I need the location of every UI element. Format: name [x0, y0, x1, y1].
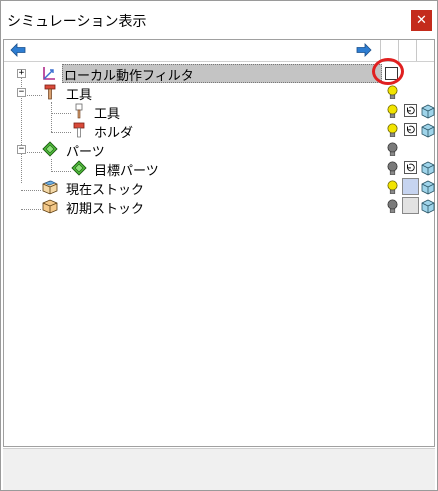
reset-view-icon[interactable] [404, 123, 417, 136]
window-title: シミュレーション表示 [7, 14, 147, 30]
parts-icon [42, 141, 58, 157]
initial-stock-icon [42, 199, 58, 214]
tree-node-tool[interactable]: 工具 [4, 102, 435, 122]
visibility-bulb-icon[interactable] [387, 199, 398, 214]
column-separator [416, 40, 417, 61]
column-separator [398, 40, 399, 61]
visibility-bulb-icon[interactable] [387, 180, 398, 195]
stock-color-swatch[interactable] [402, 197, 419, 214]
holder-icon [73, 122, 85, 138]
highlight-annotation-circle [372, 58, 404, 85]
stock-color-swatch[interactable] [402, 178, 419, 195]
tree-node-initial-stock[interactable]: 初期ストック [4, 197, 435, 217]
visibility-bulb-icon[interactable] [387, 161, 398, 176]
tree-node-holder[interactable]: ホルダ [4, 121, 435, 141]
node-label: ホルダ [94, 126, 134, 141]
collapse-toggle[interactable]: − [17, 145, 26, 154]
current-stock-icon [42, 180, 58, 195]
toolbar [4, 40, 434, 62]
column-separator [380, 40, 381, 61]
expand-toggle[interactable]: + [17, 69, 26, 78]
target-part-icon [71, 160, 87, 176]
tree-node-local-filter[interactable]: + ローカル動作フィルタ [4, 64, 434, 84]
tool-icon [44, 84, 56, 100]
visibility-bulb-icon[interactable] [387, 123, 398, 138]
node-label: 工具 [94, 107, 121, 122]
tree-panel: + ローカル動作フィルタ − 工具 工具 ホルダ − パーツ 目標パーツ 現在ス… [3, 39, 435, 447]
reset-view-icon[interactable] [404, 161, 417, 174]
cube-icon[interactable] [421, 179, 435, 195]
node-label: パーツ [66, 145, 105, 160]
status-bar [3, 448, 435, 490]
visibility-bulb-icon[interactable] [387, 142, 398, 157]
local-filter-icon [43, 67, 55, 80]
node-label: 目標パーツ [94, 164, 159, 179]
node-label: 工具 [66, 88, 93, 103]
arrow-right-icon[interactable] [356, 43, 372, 57]
tree-node-parts-group[interactable]: − パーツ [4, 140, 434, 160]
simulation-tree: + ローカル動作フィルタ − 工具 工具 ホルダ − パーツ 目標パーツ 現在ス… [4, 62, 435, 446]
collapse-toggle[interactable]: − [17, 88, 26, 97]
visibility-bulb-icon[interactable] [387, 85, 398, 100]
tree-node-current-stock[interactable]: 現在ストック [4, 178, 435, 198]
node-label: ローカル動作フィルタ [64, 69, 194, 84]
node-label: 初期ストック [66, 202, 145, 217]
tree-node-tool-group[interactable]: − 工具 [4, 83, 434, 103]
close-button[interactable]: ✕ [411, 10, 432, 31]
simulation-display-window: シミュレーション表示 ✕ + ローカル動作フィルタ − 工具 工具 ホルダ − … [0, 0, 438, 491]
tree-node-target-part[interactable]: 目標パーツ [4, 159, 435, 179]
cube-icon[interactable] [421, 103, 435, 119]
title-bar: シミュレーション表示 ✕ [1, 1, 437, 39]
cube-icon[interactable] [421, 198, 435, 214]
visibility-bulb-icon[interactable] [387, 104, 398, 119]
arrow-left-icon[interactable] [10, 43, 26, 57]
reset-view-icon[interactable] [404, 104, 417, 117]
cube-icon[interactable] [421, 160, 435, 176]
cube-icon[interactable] [421, 122, 435, 138]
node-label: 現在ストック [66, 183, 145, 198]
tool-small-icon [75, 103, 83, 119]
